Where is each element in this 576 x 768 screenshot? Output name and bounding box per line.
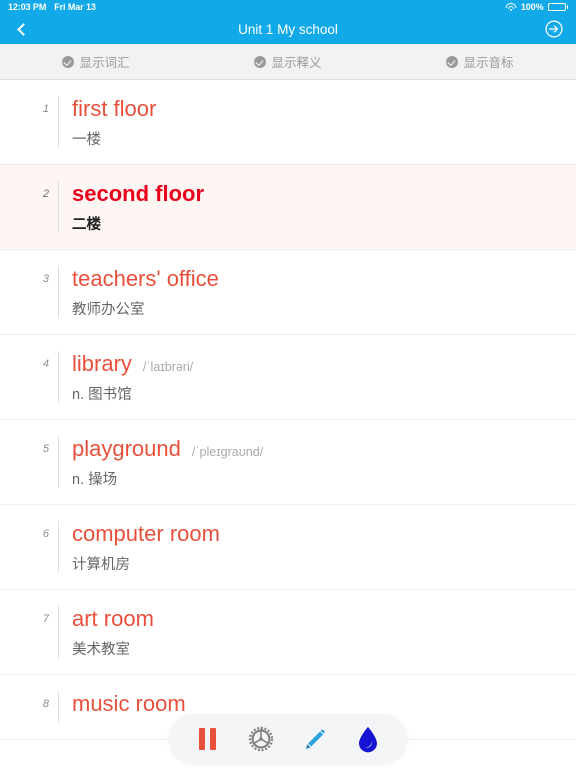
word-text: first floor [72, 96, 157, 121]
floating-toolbar [169, 714, 407, 764]
chevron-left-icon [17, 22, 30, 36]
arrow-right-circle-icon [545, 20, 563, 38]
app-screen: 12:03 PM Fri Mar 13 100% Unit 1 My schoo… [0, 0, 576, 768]
meaning-text: 教师办公室 [72, 302, 145, 318]
pause-icon [199, 728, 217, 750]
option-label: 显示词汇 [79, 56, 130, 70]
word-text: playground [72, 436, 181, 461]
status-time: 12:03 PM [8, 2, 47, 12]
table-row[interactable]: 2 second floor 二楼 [0, 165, 576, 250]
droplet-icon [359, 726, 378, 753]
row-divider-bar [58, 521, 59, 573]
check-circle-icon [62, 55, 75, 68]
row-divider-bar [58, 96, 59, 148]
edit-button[interactable] [295, 719, 335, 759]
row-number: 8 [42, 698, 49, 710]
row-divider-bar [58, 606, 59, 658]
gear-icon [249, 726, 274, 752]
display-options-bar: 显示词汇 显示释义 显示音标 [0, 44, 576, 80]
settings-button[interactable] [241, 719, 281, 759]
table-row[interactable]: 4 library /ˈlaɪbrəri/ n. 图书馆 [0, 335, 576, 420]
table-row[interactable]: 5 playground /ˈpleɪɡraʊnd/ n. 操场 [0, 420, 576, 505]
exit-button[interactable] [532, 14, 576, 44]
row-number: 7 [42, 613, 49, 625]
row-number: 3 [42, 273, 49, 285]
check-circle-icon [254, 55, 267, 68]
battery-percent-label: 100% [520, 2, 544, 12]
row-number: 6 [42, 528, 49, 540]
word-text: music room [72, 691, 186, 716]
phonetic-text: /ˈpleɪɡraʊnd/ [191, 445, 264, 459]
pause-button[interactable] [188, 719, 228, 759]
page-title: Unit 1 My school [238, 21, 338, 37]
row-number: 1 [42, 103, 49, 115]
toggle-show-phonetics[interactable]: 显示音标 [384, 52, 576, 71]
word-text: art room [72, 606, 154, 631]
row-divider-bar [58, 266, 59, 318]
back-button[interactable] [0, 14, 44, 44]
word-text: teachers' office [72, 266, 219, 291]
meaning-text: 一楼 [72, 132, 101, 148]
row-divider-bar [58, 351, 59, 403]
row-number: 2 [42, 188, 49, 200]
row-divider-bar [58, 691, 59, 723]
toggle-show-vocabulary[interactable]: 显示词汇 [0, 52, 192, 71]
navigation-bar: Unit 1 My school [0, 14, 576, 44]
status-date: Fri Mar 13 [54, 2, 96, 12]
highlight-button[interactable] [348, 719, 388, 759]
table-row[interactable]: 1 first floor 一楼 [0, 80, 576, 165]
phonetic-text: /ˈlaɪbrəri/ [142, 360, 194, 374]
word-text: computer room [72, 521, 220, 546]
pencil-icon [306, 729, 325, 749]
table-row[interactable]: 7 art room 美术教室 [0, 590, 576, 675]
row-divider-bar [58, 181, 59, 233]
battery-full-icon [547, 3, 568, 11]
meaning-text: n. 操场 [72, 472, 118, 488]
wifi-icon [505, 3, 517, 12]
status-bar: 12:03 PM Fri Mar 13 100% [0, 0, 576, 14]
word-list[interactable]: 1 first floor 一楼 2 second floor 二楼 3 tea… [0, 80, 576, 768]
toggle-show-definition[interactable]: 显示释义 [192, 52, 384, 71]
check-circle-icon [446, 55, 459, 68]
meaning-text: 美术教室 [72, 642, 130, 658]
meaning-text: 二楼 [72, 217, 101, 233]
word-text: second floor [72, 181, 205, 206]
row-number: 4 [42, 358, 49, 370]
table-row[interactable]: 3 teachers' office 教师办公室 [0, 250, 576, 335]
option-label: 显示音标 [463, 56, 514, 70]
meaning-text: n. 图书馆 [72, 387, 132, 403]
row-divider-bar [58, 436, 59, 488]
row-number: 5 [42, 443, 49, 455]
word-text: library [72, 351, 132, 376]
status-indicators: 100% [505, 2, 568, 12]
table-row[interactable]: 6 computer room 计算机房 [0, 505, 576, 590]
option-label: 显示释义 [271, 56, 322, 70]
meaning-text: 计算机房 [72, 557, 130, 573]
